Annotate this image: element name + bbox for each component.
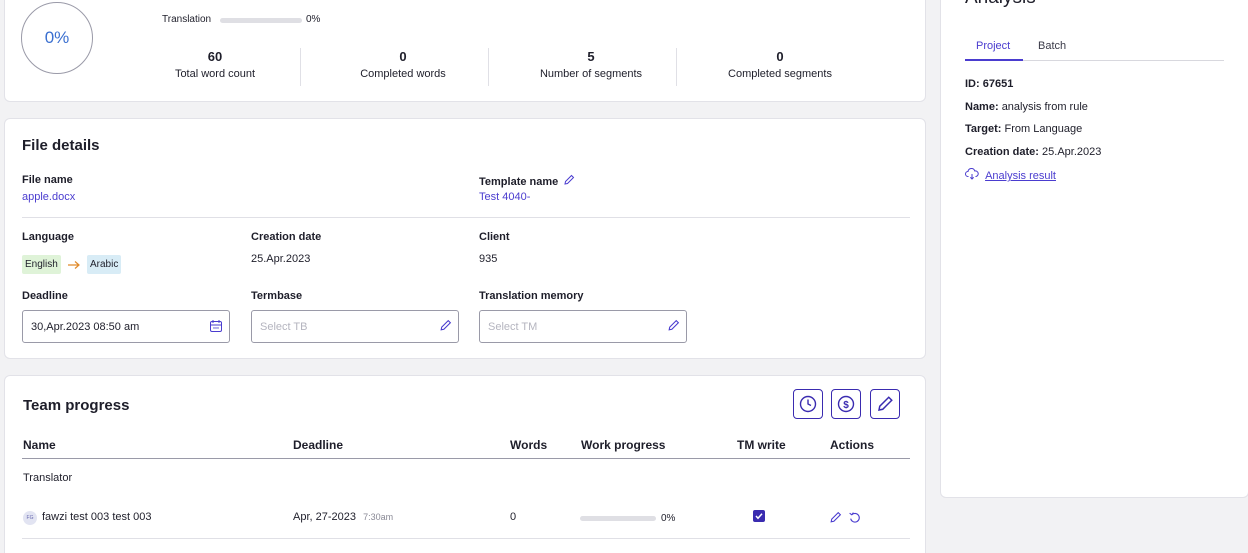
work-progress-percent: 0% bbox=[661, 513, 676, 524]
cloud-download-icon bbox=[965, 168, 979, 180]
analysis-target-label: Target: bbox=[965, 123, 1002, 135]
svg-text:$: $ bbox=[843, 400, 849, 411]
creation-date-label: Creation date bbox=[251, 231, 322, 243]
pencil-icon[interactable] bbox=[667, 319, 680, 332]
column-header-work-progress: Work progress bbox=[581, 438, 666, 452]
analysis-panel: Analysis Project Batch ID: 67651 Name: a… bbox=[940, 0, 1248, 498]
member-deadline: Apr, 27-2023 7:30am bbox=[293, 511, 393, 523]
translation-memory-placeholder: Select TM bbox=[488, 320, 538, 333]
stat-value: 60 bbox=[207, 49, 223, 64]
column-header-deadline: Deadline bbox=[293, 438, 344, 452]
pencil-icon bbox=[878, 396, 893, 411]
member-deadline-time: 7:30am bbox=[363, 512, 394, 522]
stat-total-word-count: 60 Total word count bbox=[121, 49, 309, 80]
member-deadline-date: Apr, 27-2023 bbox=[293, 511, 356, 523]
deadline-value: 30,Apr.2023 08:50 am bbox=[31, 320, 140, 333]
translation-memory-field[interactable]: Select TM bbox=[479, 310, 687, 343]
divider bbox=[488, 48, 489, 86]
tm-write-checkbox[interactable] bbox=[753, 510, 765, 522]
deadline-label: Deadline bbox=[22, 290, 68, 302]
member-name: fawzi test 003 test 003 bbox=[42, 511, 152, 523]
divider bbox=[300, 48, 301, 86]
analysis-result-link[interactable]: Analysis result bbox=[965, 168, 1056, 182]
divider bbox=[22, 217, 910, 218]
analysis-title: Analysis bbox=[965, 0, 1036, 9]
stat-value: 0 bbox=[776, 49, 784, 64]
termbase-label: Termbase bbox=[251, 290, 303, 302]
analysis-target-value: From Language bbox=[1004, 123, 1083, 135]
tab-batch[interactable]: Batch bbox=[1038, 40, 1066, 52]
file-name-label: File name bbox=[22, 174, 73, 186]
template-name-label-text: Template name bbox=[479, 176, 559, 188]
undo-icon[interactable] bbox=[848, 511, 861, 524]
translation-progress-bar bbox=[220, 18, 302, 23]
header-divider bbox=[22, 458, 910, 459]
translation-label: Translation bbox=[162, 14, 212, 25]
group-label-translator: Translator bbox=[23, 472, 73, 484]
team-progress-title: Team progress bbox=[23, 397, 130, 414]
avatar: FG bbox=[23, 511, 37, 525]
active-tab-indicator bbox=[965, 59, 1023, 61]
source-language-chip: English bbox=[22, 255, 61, 274]
stat-label: Completed words bbox=[360, 68, 446, 80]
analysis-result-text: Analysis result bbox=[985, 170, 1056, 182]
clock-icon bbox=[799, 395, 817, 413]
stat-label: Number of segments bbox=[539, 68, 643, 80]
stat-label: Completed segments bbox=[728, 68, 832, 80]
column-header-actions: Actions bbox=[830, 438, 875, 452]
analysis-id: ID: 67651 bbox=[965, 78, 1013, 90]
divider bbox=[676, 48, 677, 86]
termbase-placeholder: Select TB bbox=[260, 320, 308, 333]
dollar-icon: $ bbox=[837, 395, 855, 413]
stat-number-of-segments: 5 Number of segments bbox=[497, 49, 685, 80]
row-divider bbox=[22, 538, 910, 539]
analysis-id-value: 67651 bbox=[982, 78, 1014, 90]
analysis-creation-date: Creation date: 25.Apr.2023 bbox=[965, 146, 1101, 158]
creation-date-value: 25.Apr.2023 bbox=[251, 253, 311, 265]
stat-completed-words: 0 Completed words bbox=[309, 49, 497, 80]
stats-card: 0% Translation 0% 60 Total word count 0 … bbox=[4, 0, 926, 102]
client-value: 935 bbox=[479, 253, 498, 265]
template-name-label: Template name bbox=[479, 174, 575, 188]
team-progress-card: Team progress $ Name Deadline Words Work… bbox=[4, 375, 926, 553]
target-language-chip: Arabic bbox=[87, 255, 122, 274]
analysis-name: Name: analysis from rule bbox=[965, 101, 1088, 113]
checkmark-icon bbox=[755, 513, 763, 520]
template-name-link[interactable]: Test 4040- bbox=[479, 191, 530, 203]
analysis-creation-value: 25.Apr.2023 bbox=[1042, 146, 1102, 158]
calendar-icon[interactable] bbox=[209, 319, 223, 333]
pencil-icon[interactable] bbox=[563, 174, 575, 186]
member-words: 0 bbox=[510, 511, 517, 523]
overall-progress-circle: 0% bbox=[21, 2, 93, 74]
analysis-id-label: ID: bbox=[965, 78, 980, 90]
pencil-icon[interactable] bbox=[439, 319, 452, 332]
analysis-target: Target: From Language bbox=[965, 123, 1082, 135]
deadline-field[interactable]: 30,Apr.2023 08:50 am bbox=[22, 310, 230, 343]
termbase-field[interactable]: Select TB bbox=[251, 310, 459, 343]
tab-project[interactable]: Project bbox=[976, 40, 1010, 52]
translation-memory-label: Translation memory bbox=[479, 290, 584, 302]
arrow-right-icon bbox=[68, 261, 80, 269]
file-name-link[interactable]: apple.docx bbox=[22, 191, 75, 203]
work-progress-bar bbox=[580, 516, 656, 521]
stat-value: 0 bbox=[399, 49, 407, 64]
cost-button[interactable]: $ bbox=[831, 389, 861, 419]
stat-value: 5 bbox=[587, 49, 595, 64]
analysis-creation-label: Creation date: bbox=[965, 146, 1039, 158]
stat-completed-segments: 0 Completed segments bbox=[686, 49, 874, 80]
history-button[interactable] bbox=[793, 389, 823, 419]
pencil-icon[interactable] bbox=[829, 511, 842, 524]
analysis-name-value: analysis from rule bbox=[1001, 101, 1088, 113]
column-header-name: Name bbox=[23, 438, 56, 452]
edit-team-button[interactable] bbox=[870, 389, 900, 419]
file-details-card: File details File name apple.docx Templa… bbox=[4, 118, 926, 359]
column-header-words: Words bbox=[510, 438, 548, 452]
translation-percent: 0% bbox=[306, 14, 321, 25]
language-label: Language bbox=[22, 231, 74, 243]
client-label: Client bbox=[479, 231, 510, 243]
column-header-tm-write: TM write bbox=[737, 438, 786, 452]
stat-label: Total word count bbox=[174, 68, 256, 80]
file-details-title: File details bbox=[22, 137, 100, 154]
analysis-name-label: Name: bbox=[965, 101, 999, 113]
